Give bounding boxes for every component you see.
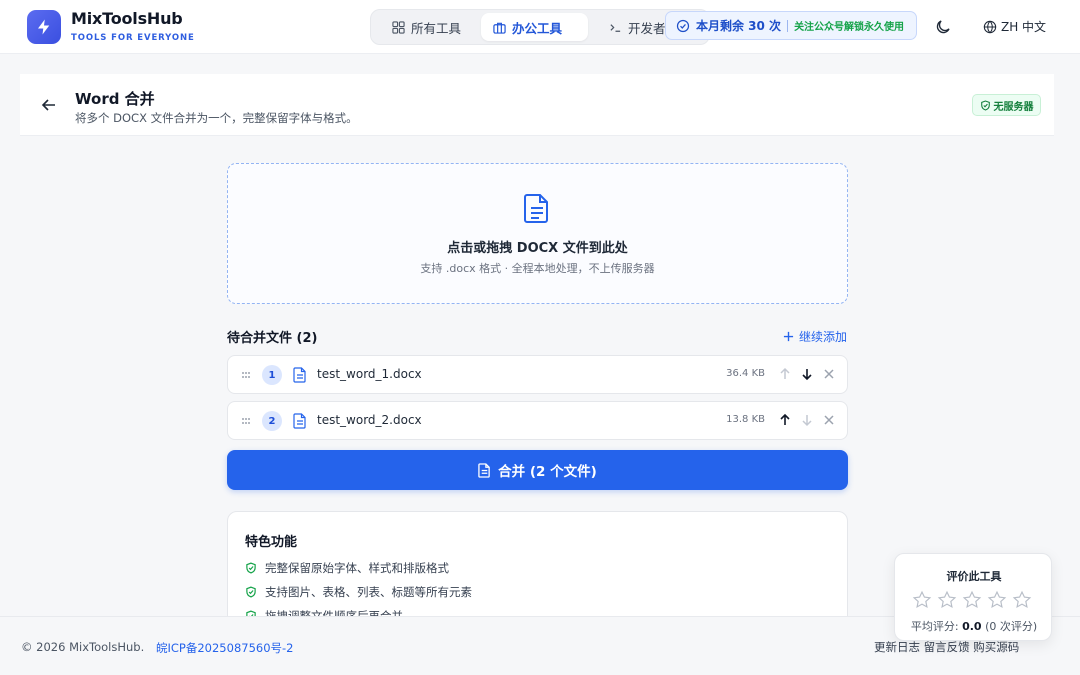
- footer-links[interactable]: 更新日志 留言反馈 购买源码: [874, 639, 1019, 655]
- move-down-icon[interactable]: [800, 367, 814, 381]
- file-icon: [293, 413, 306, 429]
- star-icon[interactable]: [937, 590, 957, 610]
- file-size: 13.8 KB: [726, 414, 765, 425]
- features-title: 特色功能: [245, 535, 298, 550]
- star-icon[interactable]: [912, 590, 932, 610]
- scrollbar-track[interactable]: [1074, 54, 1080, 616]
- rating-widget: 评价此工具 平均评分: 0.0 (0 次评分): [894, 553, 1052, 641]
- rating-title: 评价此工具: [946, 570, 1002, 583]
- avg-value: 0.0: [962, 620, 982, 633]
- file-row[interactable]: 2 test_word_2.docx 13.8 KB: [227, 401, 848, 440]
- language-switcher[interactable]: ZH 中文: [983, 18, 1046, 35]
- tab-all-tools[interactable]: 所有工具: [380, 13, 473, 41]
- logo[interactable]: [27, 10, 61, 44]
- star-rating[interactable]: [912, 590, 1032, 610]
- feature-item: 支持图片、表格、列表、标题等所有元素: [245, 584, 472, 600]
- file-name: test_word_2.docx: [317, 413, 422, 427]
- badge-label: 无服务器: [993, 101, 1034, 113]
- tool-header-card: [20, 74, 1054, 136]
- tab-office-tools[interactable]: 办公工具: [481, 13, 588, 41]
- feature-text: 完整保留原始字体、样式和排版格式: [265, 561, 449, 575]
- file-icon: [293, 367, 306, 383]
- remove-icon[interactable]: [822, 367, 836, 381]
- add-more-button[interactable]: 继续添加: [783, 328, 847, 345]
- file-name: test_word_1.docx: [317, 367, 422, 381]
- avg-label: 平均评分:: [910, 620, 959, 633]
- file-dropzone[interactable]: [227, 163, 848, 304]
- file-row[interactable]: 1 test_word_1.docx 36.4 KB: [227, 355, 848, 394]
- file-size: 36.4 KB: [726, 368, 765, 379]
- no-server-badge: 无服务器: [972, 94, 1041, 116]
- star-icon[interactable]: [1012, 590, 1032, 610]
- shield-check-icon: [246, 586, 256, 598]
- move-up-icon[interactable]: [778, 367, 792, 381]
- top-header: MixToolsHub TOOLS FOR EVERYONE 所有工具 办公工具…: [0, 0, 1080, 54]
- tab-label: 办公工具: [512, 20, 563, 36]
- tab-label: 所有工具: [411, 20, 462, 36]
- feature-item: 完整保留原始字体、样式和排版格式: [245, 560, 449, 576]
- globe-icon: [983, 20, 997, 33]
- tab-label: 开发者: [628, 20, 666, 36]
- moon-icon[interactable]: [934, 18, 952, 36]
- check-badge-icon: [676, 19, 690, 32]
- file-list-heading: 待合并文件 (2): [227, 331, 318, 346]
- briefcase-icon: [493, 22, 506, 34]
- icp-link[interactable]: 皖ICP备2025087560号-2: [156, 640, 294, 656]
- merge-label: 合并 (2 个文件): [498, 464, 597, 480]
- plus-icon: [783, 331, 794, 342]
- page-title: Word 合并: [75, 90, 155, 108]
- nav-tabs: 所有工具 办公工具 开发者: [370, 9, 710, 45]
- move-down-icon[interactable]: [800, 413, 814, 427]
- rating-count: (0 次评分): [985, 620, 1038, 633]
- drag-handle-icon[interactable]: [241, 416, 251, 426]
- move-up-icon[interactable]: [778, 413, 792, 427]
- lightning-icon: [38, 19, 50, 35]
- terminal-icon: [610, 23, 621, 32]
- feature-text: 支持图片、表格、列表、标题等所有元素: [265, 585, 472, 599]
- shield-check-icon: [980, 99, 990, 111]
- dropzone-subtitle: 支持 .docx 格式 · 全程本地处理，不上传服务器: [420, 262, 655, 275]
- star-icon[interactable]: [987, 590, 1007, 610]
- page-subtitle: 将多个 DOCX 文件合并为一个，完整保留字体与格式。: [75, 111, 358, 125]
- remove-icon[interactable]: [822, 413, 836, 427]
- language-label: ZH 中文: [1001, 20, 1047, 34]
- back-arrow-icon[interactable]: [41, 97, 57, 113]
- grid-icon: [392, 20, 405, 34]
- divider: [787, 19, 789, 32]
- star-icon[interactable]: [962, 590, 982, 610]
- copyright: © 2026 MixToolsHub.: [21, 640, 145, 654]
- dropzone-title: 点击或拖拽 DOCX 文件到此处: [447, 241, 628, 256]
- document-icon: [478, 462, 490, 478]
- usage-quota-banner[interactable]: 本月剩余 30 次 关注公众号解锁永久使用: [665, 11, 917, 40]
- usage-remaining: 本月剩余 30 次: [696, 19, 782, 33]
- merge-button[interactable]: 合并 (2 个文件): [227, 450, 848, 490]
- document-icon: [524, 194, 548, 223]
- unlock-link[interactable]: 关注公众号解锁永久使用: [794, 18, 904, 33]
- file-order-badge: 2: [262, 411, 282, 431]
- shield-check-icon: [246, 562, 256, 574]
- average-rating: 平均评分: 0.0 (0 次评分): [895, 618, 1053, 634]
- add-more-label: 继续添加: [799, 330, 848, 344]
- brand-name[interactable]: MixToolsHub: [71, 9, 183, 28]
- drag-handle-icon[interactable]: [241, 370, 251, 380]
- file-order-badge: 1: [262, 365, 282, 385]
- brand-tagline: TOOLS FOR EVERYONE: [71, 33, 195, 43]
